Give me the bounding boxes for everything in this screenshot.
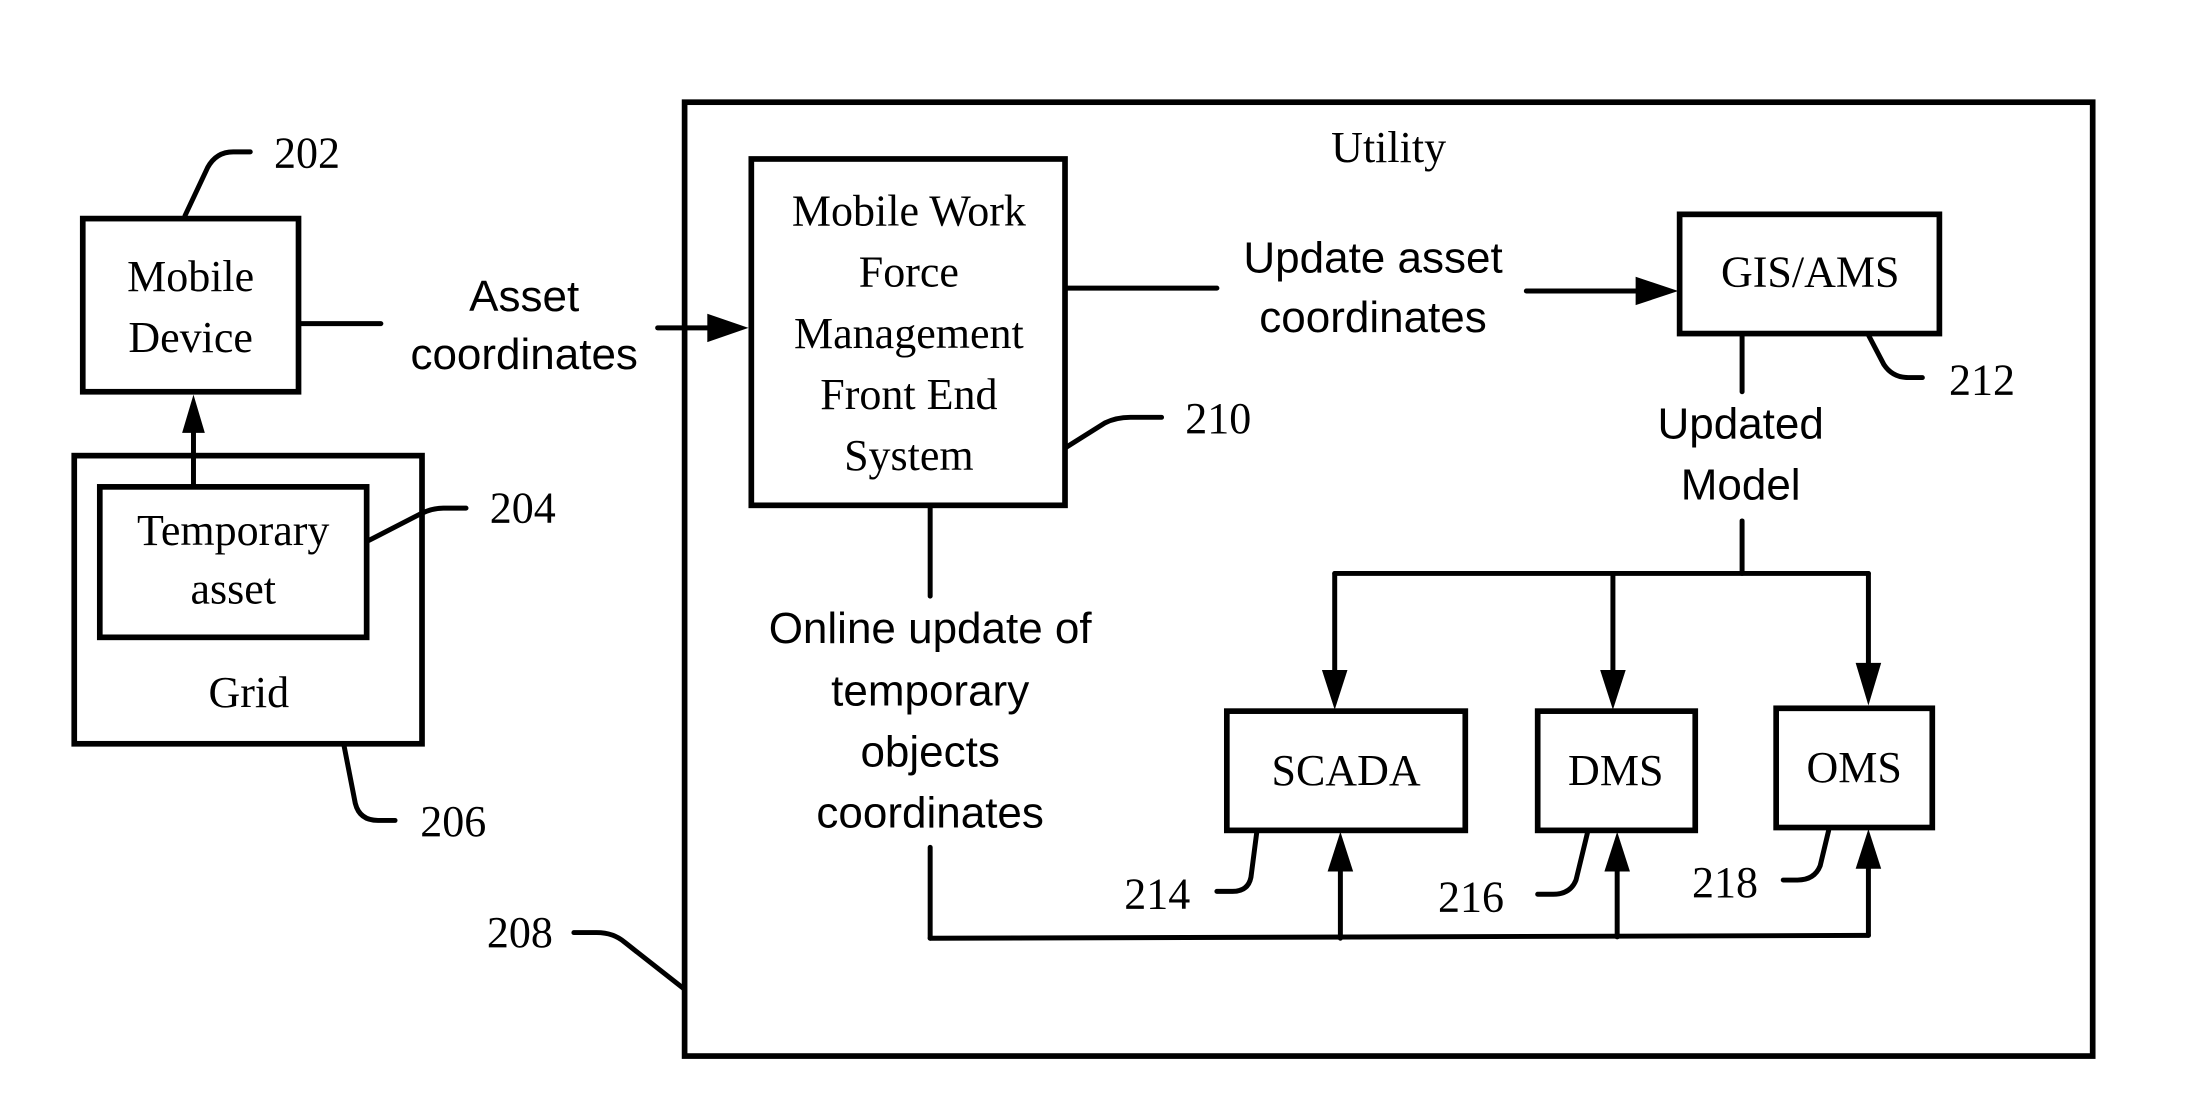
ref-label-214: 214 [1124, 869, 1190, 918]
dms-node: DMS [1534, 708, 1699, 834]
mwfm-line-4: Front End [820, 370, 997, 419]
scada-node: SCADA [1223, 708, 1469, 834]
online-update-label-line-1: Online update of [769, 604, 1093, 653]
online-update-label-line-2: temporary [831, 666, 1029, 715]
arrowhead-up-icon [182, 394, 205, 433]
ref-label-210: 210 [1185, 394, 1251, 443]
update-asset-coordinates-label-line-2: coordinates [1259, 293, 1486, 342]
mobile-device-node: Mobile Device [79, 215, 302, 395]
asset-coordinates-label-line-2: coordinates [410, 330, 637, 379]
mwfm-line-5: System [844, 431, 974, 480]
ref-label-202: 202 [274, 128, 340, 177]
temporary-asset-line-1: Temporary [137, 506, 329, 555]
updated-model-label-line-2: Model [1681, 461, 1801, 510]
mobile-device-box [79, 215, 302, 395]
leader-line-206 [341, 742, 398, 823]
grid-label: Grid [209, 668, 290, 717]
mwfm-line-3: Management [794, 309, 1024, 358]
leader-line-208 [571, 930, 688, 992]
ref-202: 202 [182, 128, 340, 219]
edge-line [927, 932, 1871, 941]
oms-label: OMS [1807, 743, 1902, 792]
temporary-asset-line-2: asset [190, 564, 276, 613]
asset-coordinates-label-line-1: Asset [469, 272, 579, 321]
mwfm-node: Mobile Work Force Management Front End S… [748, 156, 1068, 509]
ref-label-206: 206 [420, 797, 486, 846]
ref-label-218: 218 [1692, 858, 1758, 907]
ref-label-204: 204 [490, 483, 556, 532]
diagram-canvas: Utility 208 Mobile Device 202 Grid Tempo… [71, 99, 2096, 1059]
temporary-asset-node: Temporary asset [96, 484, 370, 641]
utility-title: Utility [1331, 123, 1446, 172]
scada-label: SCADA [1271, 746, 1420, 795]
dms-label: DMS [1568, 746, 1663, 795]
mobile-device-line-1: Mobile [127, 252, 254, 301]
mobile-device-line-2: Device [128, 313, 253, 362]
ref-206: 206 [341, 742, 486, 846]
ref-label-212: 212 [1949, 356, 2015, 405]
leader-line-202 [182, 149, 253, 219]
mwfm-line-2: Force [859, 248, 959, 297]
oms-node: OMS [1773, 705, 1936, 831]
ref-label-208: 208 [487, 908, 553, 957]
update-asset-coordinates-label-line-1: Update asset [1243, 234, 1502, 283]
online-update-label-line-4: coordinates [816, 789, 1043, 838]
mwfm-line-1: Mobile Work [792, 187, 1026, 236]
ref-208: 208 [487, 908, 688, 992]
online-update-label-line-3: objects [860, 727, 999, 776]
gis-ams-label: GIS/AMS [1721, 248, 1900, 297]
edge-asset-coordinates: Asset coordinates [296, 272, 749, 379]
updated-model-label-line-1: Updated [1657, 400, 1823, 449]
ref-label-216: 216 [1438, 872, 1504, 921]
gis-ams-node: GIS/AMS [1676, 211, 1943, 337]
